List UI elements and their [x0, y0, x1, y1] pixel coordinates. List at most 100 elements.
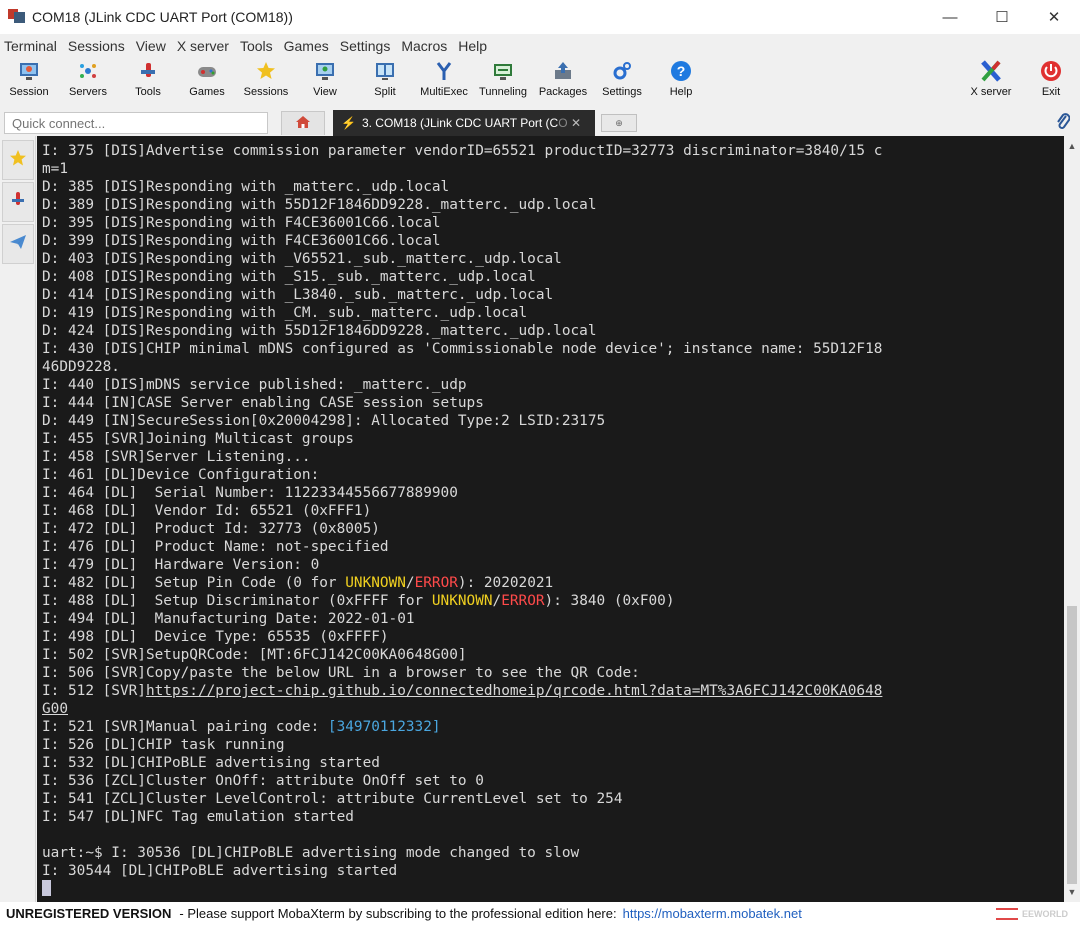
exit-button[interactable]: Exit	[1019, 58, 1080, 106]
terminal-line: I: 472 [DL] Product Id: 32773 (0x8005)	[42, 520, 1062, 538]
left-sidebar	[0, 136, 36, 902]
terminal-line-text: D: 395 [DIS]Responding with F4CE36001C66…	[42, 215, 441, 231]
menu-tools[interactable]: Tools	[236, 38, 277, 54]
terminal-line: D: 403 [DIS]Responding with _V65521._sub…	[42, 250, 1062, 268]
split-icon	[374, 60, 396, 82]
sessions-button[interactable]: Sessions	[234, 58, 298, 106]
home-tab[interactable]	[281, 111, 325, 135]
terminal-line: m=1	[42, 160, 1062, 178]
terminal-line-text: I: 464 [DL] Serial Number: 1122334455667…	[42, 485, 458, 501]
tab-com18[interactable]: ⚡ 3. COM18 (JLink CDC UART Port (C O ✕	[333, 110, 595, 136]
support-message: - Please support MobaXterm by subscribin…	[179, 906, 617, 921]
terminal-line-text: D: 449 [IN]SecureSession[0x20004298]: Al…	[42, 413, 606, 429]
tools-icon	[137, 60, 159, 82]
menu-macros[interactable]: Macros	[397, 38, 451, 54]
menu-terminal[interactable]: Terminal	[0, 38, 61, 54]
status-bar: UNREGISTERED VERSION - Please support Mo…	[0, 902, 1080, 925]
terminal-line: I: 30544 [DL]CHIPoBLE advertising starte…	[42, 862, 1062, 880]
scroll-up-icon[interactable]: ▲	[1064, 138, 1080, 154]
paper-plane-icon	[9, 233, 27, 256]
qr-code-url-link[interactable]: https://project-chip.github.io/connected…	[146, 683, 882, 699]
scrollbar-thumb[interactable]	[1067, 606, 1077, 884]
eeworld-logo-icon	[996, 908, 1018, 920]
tunnel-icon	[492, 60, 514, 82]
multiexec-label: MultiExec	[420, 86, 468, 98]
split-button[interactable]: Split	[353, 58, 417, 106]
games-button[interactable]: Games	[175, 58, 239, 106]
eeworld-watermark: EEWORLD	[996, 904, 1076, 924]
view-label: View	[313, 86, 337, 98]
terminal-line: I: 526 [DL]CHIP task running	[42, 736, 1062, 754]
terminal-line-text: m=1	[42, 161, 68, 177]
terminal-line-text: I: 502 [SVR]SetupQRCode: [MT:6FCJ142C00K…	[42, 647, 467, 663]
menu-help[interactable]: Help	[454, 38, 491, 54]
gear-icon	[611, 60, 633, 82]
quick-connect-input[interactable]	[4, 112, 268, 134]
window-title: COM18 (JLink CDC UART Port (COM18))	[32, 9, 293, 25]
terminal-line-text: I: 526 [DL]CHIP task running	[42, 737, 285, 753]
packages-button[interactable]: Packages	[531, 58, 595, 106]
terminal-line: I: 430 [DIS]CHIP minimal mDNS configured…	[42, 340, 1062, 358]
multiexec-button[interactable]: MultiExec	[412, 58, 476, 106]
x-server-label: X server	[970, 86, 1012, 98]
package-icon	[552, 60, 574, 82]
new-tab-button[interactable]: ⊕	[601, 114, 637, 132]
terminal-line-text: I: 494 [DL] Manufacturing Date: 2022-01-…	[42, 611, 415, 627]
terminal-line: D: 399 [DIS]Responding with F4CE36001C66…	[42, 232, 1062, 250]
terminal-line-text: I: 472 [DL] Product Id: 32773 (0x8005)	[42, 521, 380, 537]
menu-sessions[interactable]: Sessions	[64, 38, 129, 54]
sessions-label: Sessions	[243, 86, 289, 98]
terminal-line: I: 444 [IN]CASE Server enabling CASE ses…	[42, 394, 1062, 412]
terminal-scrollbar[interactable]: ▲ ▼	[1064, 136, 1080, 902]
unknown-highlight: UNKNOWN	[431, 593, 493, 609]
terminal-line-text: I: 536 [ZCL]Cluster OnOff: attribute OnO…	[42, 773, 484, 789]
terminal-line: I: 461 [DL]Device Configuration:	[42, 466, 1062, 484]
mobaxterm-window: COM18 (JLink CDC UART Port (COM18)) — ☐ …	[0, 0, 1080, 925]
servers-button[interactable]: Servers	[56, 58, 120, 106]
terminal-line: I: 440 [DIS]mDNS service published: _mat…	[42, 376, 1062, 394]
star-icon	[255, 60, 277, 82]
menu-settings[interactable]: Settings	[336, 38, 395, 54]
terminal-view[interactable]: I: 375 [DIS]Advertise commission paramet…	[37, 136, 1064, 902]
terminal-line: I: 498 [DL] Device Type: 65535 (0xFFFF)	[42, 628, 1062, 646]
terminal-line: D: 419 [DIS]Responding with _CM._sub._ma…	[42, 304, 1062, 322]
window-controls: — ☐ ✕	[924, 0, 1080, 34]
session-button[interactable]: Session	[0, 58, 61, 106]
sidebar-tools-button[interactable]	[2, 182, 34, 222]
settings-button[interactable]: Settings	[590, 58, 654, 106]
terminal-line-text: ): 20202021	[457, 575, 554, 591]
mobatek-link[interactable]: https://mobaxterm.mobatek.net	[623, 906, 802, 921]
tunneling-label: Tunneling	[479, 86, 527, 98]
fork-icon	[433, 60, 455, 82]
tunneling-button[interactable]: Tunneling	[471, 58, 535, 106]
close-window-button[interactable]: ✕	[1028, 0, 1080, 34]
scroll-down-icon[interactable]: ▼	[1064, 884, 1080, 900]
packages-label: Packages	[538, 86, 588, 98]
terminal-line: I: 494 [DL] Manufacturing Date: 2022-01-…	[42, 610, 1062, 628]
sidebar-macros-button[interactable]	[2, 224, 34, 264]
terminal-line: I: 547 [DL]NFC Tag emulation started	[42, 808, 1062, 826]
paperclip-icon[interactable]	[1056, 112, 1071, 135]
qr-code-url-link[interactable]: G00	[42, 701, 68, 717]
x-server-button[interactable]: X server	[959, 58, 1023, 106]
terminal-line: I: 464 [DL] Serial Number: 1122334455667…	[42, 484, 1062, 502]
maximize-button[interactable]: ☐	[976, 0, 1028, 34]
terminal-line: I: 482 [DL] Setup Pin Code (0 for UNKNOW…	[42, 574, 1062, 592]
tools-button[interactable]: Tools	[116, 58, 180, 106]
minimize-button[interactable]: —	[924, 0, 976, 34]
sidebar-sessions-button[interactable]	[2, 140, 34, 180]
help-button[interactable]: ? Help	[649, 58, 713, 106]
view-button[interactable]: View	[293, 58, 357, 106]
menu-view[interactable]: View	[132, 38, 170, 54]
terminal-line-text: D: 399 [DIS]Responding with F4CE36001C66…	[42, 233, 441, 249]
terminal-line-text: I: 430 [DIS]CHIP minimal mDNS configured…	[42, 341, 883, 357]
terminal-line-text: I: 444 [IN]CASE Server enabling CASE ses…	[42, 395, 484, 411]
menu-games[interactable]: Games	[280, 38, 333, 54]
pairing-code-highlight: [34970112332]	[327, 719, 441, 735]
menu-bar: Terminal Sessions View X server Tools Ga…	[0, 35, 494, 57]
terminal-line-text: I: 461 [DL]Device Configuration:	[42, 467, 320, 483]
close-tab-icon[interactable]: ✕	[571, 116, 581, 130]
menu-x-server[interactable]: X server	[173, 38, 233, 54]
monitor-icon	[18, 60, 40, 82]
prompt-line	[42, 880, 1062, 898]
